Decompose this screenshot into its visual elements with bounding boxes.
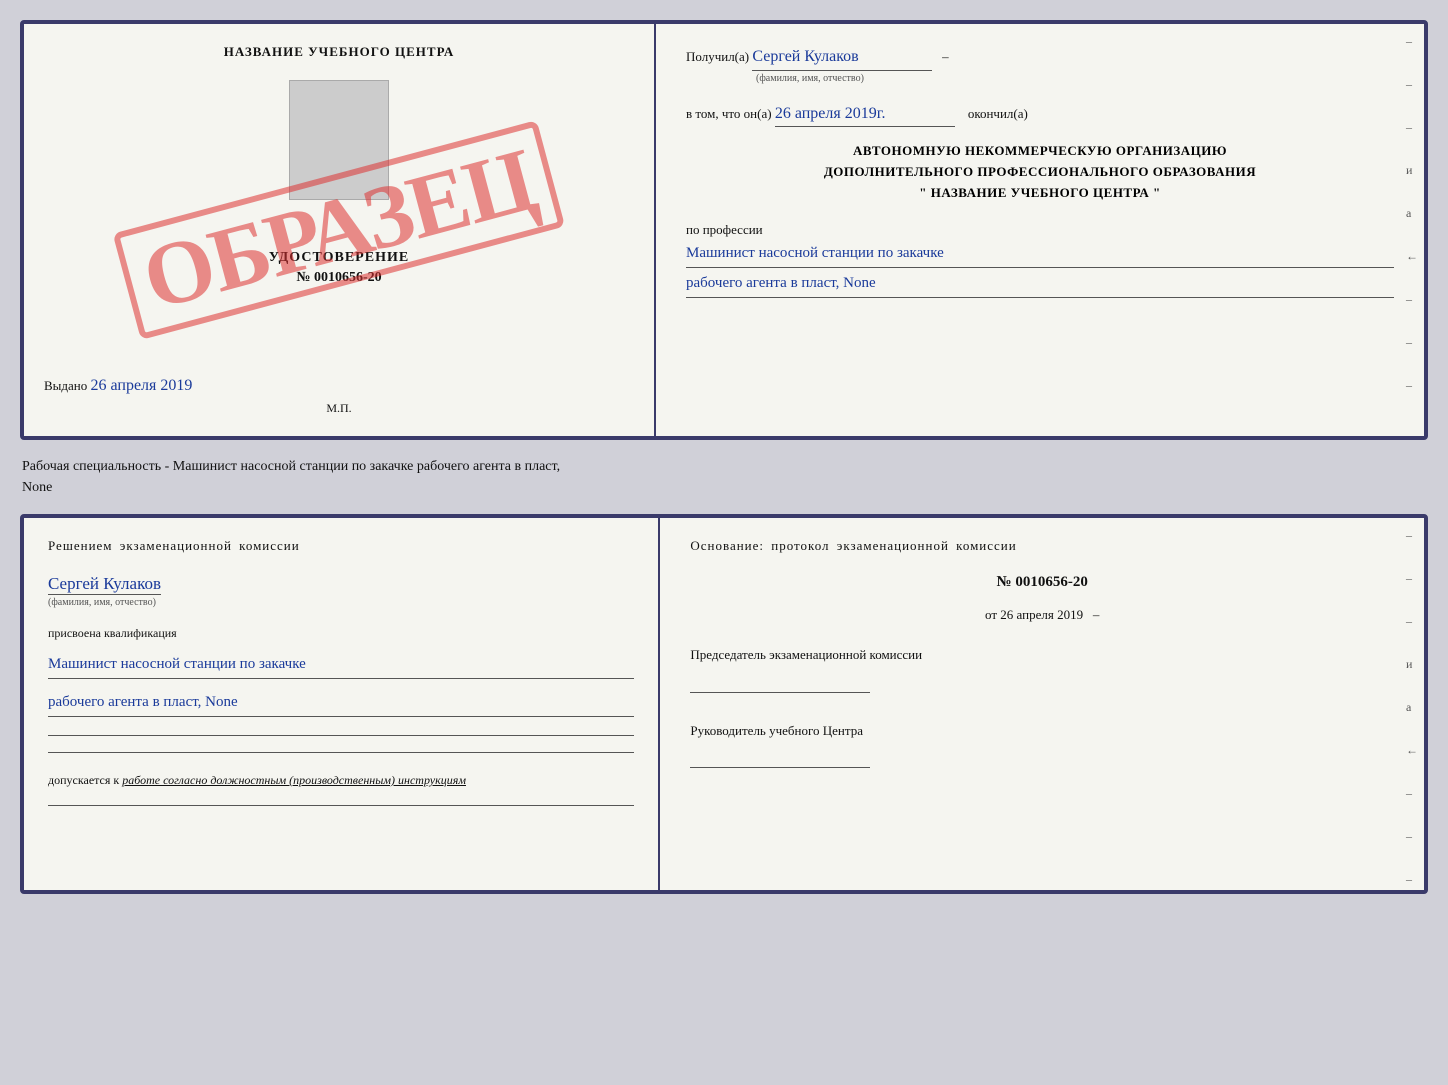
top-right-panel: Получил(а) Сергей Кулаков – (фамилия, им… — [656, 24, 1424, 436]
qualification-line1: Машинист насосной станции по закачке — [48, 651, 634, 679]
head-block: Руководитель учебного Центра — [690, 721, 1394, 769]
bottom-right-side-dashes: – – – и а ← – – – — [1406, 528, 1418, 887]
org-line2: ДОПОЛНИТЕЛЬНОГО ПРОФЕССИОНАЛЬНОГО ОБРАЗО… — [686, 162, 1394, 183]
org-line1: АВТОНОМНУЮ НЕКОММЕРЧЕСКУЮ ОРГАНИЗАЦИЮ — [686, 141, 1394, 162]
person-name: Сергей Кулаков — [48, 574, 161, 595]
head-label: Руководитель учебного Центра — [690, 721, 1394, 741]
issued-line: Выдано 26 апреля 2019 — [44, 377, 634, 395]
separator-line-1 — [48, 735, 634, 736]
admits-text: допускается к работе согласно должностны… — [48, 771, 634, 789]
between-text: Рабочая специальность - Машинист насосно… — [20, 450, 1428, 504]
between-line1: Рабочая специальность - Машинист насосно… — [22, 456, 1426, 477]
issued-label: Выдано — [44, 378, 87, 393]
chairman-label: Председатель экзаменационной комиссии — [690, 645, 1394, 665]
separator-line-3 — [48, 805, 634, 806]
photo-placeholder — [289, 80, 389, 200]
profession-label: по профессии — [686, 222, 1394, 238]
date-field: в том, что он(а) 26 апреля 2019г. окончи… — [686, 101, 1394, 128]
side-dashes: – – – и а ← – – – — [1406, 34, 1418, 393]
bottom-right-panel: Основание: протокол экзаменационной коми… — [660, 518, 1424, 890]
finished-label: окончил(а) — [968, 106, 1028, 121]
issued-date: 26 апреля 2019 — [91, 377, 193, 394]
profession-block: по профессии Машинист насосной станции п… — [686, 218, 1394, 298]
top-left-title: НАЗВАНИЕ УЧЕБНОГО ЦЕНТРА — [224, 44, 455, 60]
protocol-number: № 0010656-20 — [690, 574, 1394, 591]
received-name: Сергей Кулаков — [752, 44, 932, 71]
profession-line1: Машинист насосной станции по закачке — [686, 240, 1394, 268]
org-line3: " НАЗВАНИЕ УЧЕБНОГО ЦЕНТРА " — [686, 183, 1394, 204]
mp-label: М.П. — [326, 401, 351, 416]
cert-number: № 0010656-20 — [296, 270, 381, 286]
protocol-date-prefix: от — [985, 607, 997, 622]
separator-line-2 — [48, 752, 634, 753]
date-label: в том, что он(а) — [686, 106, 772, 121]
commission-title: Решением экзаменационной комиссии — [48, 538, 634, 554]
org-block: АВТОНОМНУЮ НЕКОММЕРЧЕСКУЮ ОРГАНИЗАЦИЮ ДО… — [686, 141, 1394, 203]
received-label: Получил(а) — [686, 49, 749, 64]
head-signature-line — [690, 744, 870, 768]
basis-label: Основание: протокол экзаменационной коми… — [690, 538, 1394, 554]
qualification-line2: рабочего агента в пласт, None — [48, 689, 634, 717]
bottom-left-panel: Решением экзаменационной комиссии Сергей… — [24, 518, 660, 890]
chairman-signature-line — [690, 669, 870, 693]
admits-prefix: допускается к — [48, 773, 119, 787]
cert-title: УДОСТОВЕРЕНИЕ — [269, 250, 409, 266]
between-line2: None — [22, 477, 1426, 498]
received-field: Получил(а) Сергей Кулаков – (фамилия, им… — [686, 44, 1394, 87]
bottom-document: Решением экзаменационной комиссии Сергей… — [20, 514, 1428, 894]
admits-italic: работе согласно должностным (производств… — [122, 773, 466, 787]
chairman-block: Председатель экзаменационной комиссии — [690, 645, 1394, 693]
qualification-label: присвоена квалификация — [48, 626, 634, 641]
date-value: 26 апреля 2019г. — [775, 101, 955, 128]
received-subtext: (фамилия, имя, отчество) — [756, 71, 1394, 87]
top-left-panel: НАЗВАНИЕ УЧЕБНОГО ЦЕНТРА ОБРАЗЕЦ УДОСТОВ… — [24, 24, 656, 436]
protocol-date-value: 26 апреля 2019 — [1000, 607, 1083, 622]
top-document: НАЗВАНИЕ УЧЕБНОГО ЦЕНТРА ОБРАЗЕЦ УДОСТОВ… — [20, 20, 1428, 440]
person-block: Сергей Кулаков (фамилия, имя, отчество) — [48, 570, 634, 608]
person-subtext: (фамилия, имя, отчество) — [48, 597, 634, 608]
profession-line2: рабочего агента в пласт, None — [686, 270, 1394, 298]
protocol-date: от 26 апреля 2019 – — [690, 607, 1394, 623]
